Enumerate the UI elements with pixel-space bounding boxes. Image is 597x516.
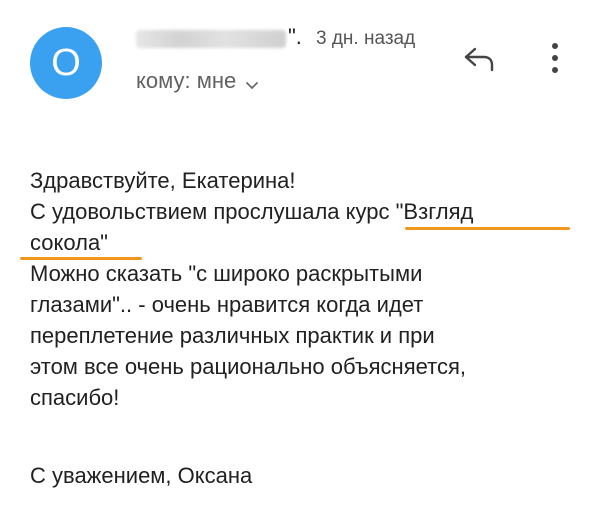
chevron-down-icon [244,73,260,89]
message-line: переплетение различных практик и при [30,323,435,348]
message-line: спасибо! [30,385,120,410]
message-time: 3 дн. назад [316,28,416,49]
sender-name[interactable]: ". [136,24,302,52]
message-line: С удовольствием прослушала курс "Взгляд [30,199,474,224]
message-line: Здравствуйте, Екатерина! [30,168,296,193]
sender-name-visible-fragment: ". [288,24,302,49]
vertical-dots-icon [552,43,558,73]
message-signoff: С уважением, Оксана [30,463,253,488]
recipient-toggle[interactable]: кому: мне [136,68,260,94]
sender-avatar[interactable]: О [30,27,102,99]
reply-button[interactable] [462,45,496,73]
highlight-underline [20,257,142,260]
redacted-sender-name [136,30,286,48]
reply-arrow-icon [464,47,494,72]
message-line: Можно сказать "с широко раскрытыми [30,261,423,286]
message-line: глазами".. - очень нравится когда идет [30,292,424,317]
highlight-underline [405,227,570,230]
message-line: сокола" [30,230,108,255]
email-header: О ". 3 дн. назад кому: мне [0,0,597,110]
message-body: Здравствуйте, Екатерина! С удовольствием… [30,165,585,413]
avatar-letter: О [51,42,81,84]
more-options-button[interactable] [545,40,565,76]
message-line: этом все очень рационально объясняется, [30,354,466,379]
recipient-label: кому: мне [136,68,237,93]
